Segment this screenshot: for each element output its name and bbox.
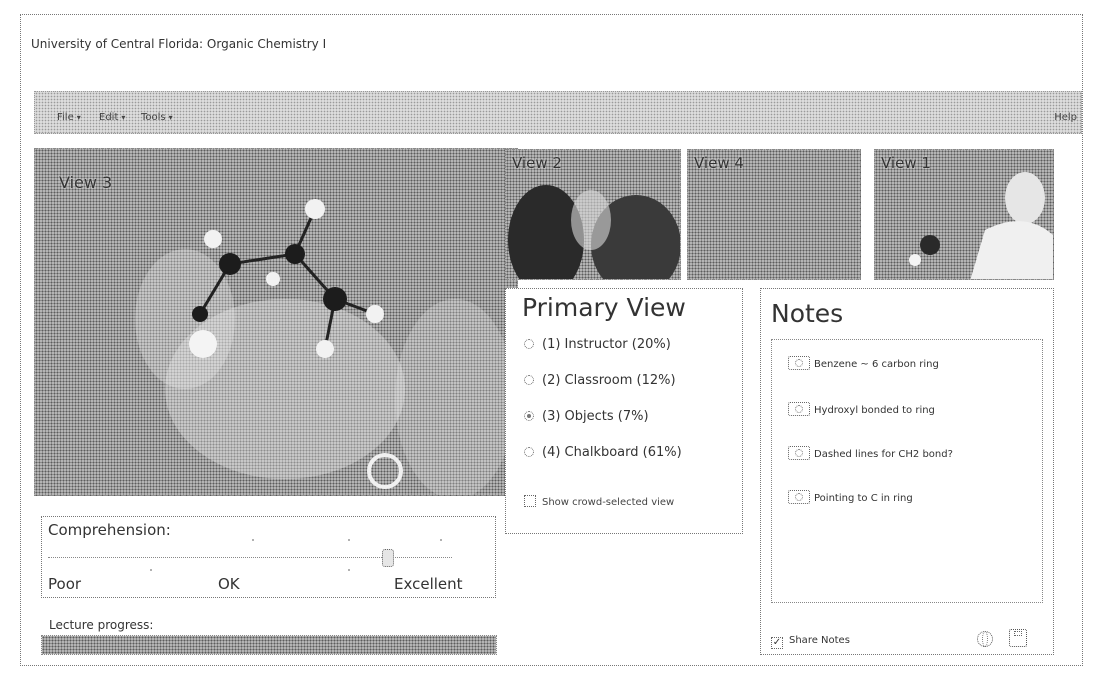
chevron-down-icon: ▾ bbox=[76, 113, 81, 122]
globe-icon[interactable] bbox=[977, 631, 993, 647]
menu-help[interactable]: Help bbox=[1054, 112, 1077, 123]
progress-fill bbox=[42, 636, 496, 654]
camera-icon[interactable] bbox=[788, 446, 810, 460]
scale-label-poor: Poor bbox=[48, 575, 82, 593]
primary-view-title: Primary View bbox=[522, 293, 686, 322]
progress-label: Lecture progress: bbox=[49, 618, 154, 632]
notes-title: Notes bbox=[771, 299, 844, 328]
note-text: Benzene ~ 6 carbon ring bbox=[814, 359, 939, 370]
view-3-label: View 3 bbox=[59, 173, 113, 192]
slider-tick bbox=[252, 539, 254, 541]
option-objects-label: (3) Objects (7%) bbox=[542, 409, 649, 424]
slider-tick bbox=[440, 539, 442, 541]
view-1-label: View 1 bbox=[881, 154, 931, 172]
app-window: University of Central Florida: Organic C… bbox=[20, 14, 1083, 666]
crowd-view-toggle[interactable]: Show crowd-selected view bbox=[524, 495, 674, 508]
share-notes-label: Share Notes bbox=[789, 635, 850, 646]
menu-bar: File ▾ Edit ▾ Tools ▾ Help bbox=[34, 91, 1082, 134]
main-video-view[interactable]: View 3 bbox=[34, 148, 518, 496]
primary-view-panel: Primary View (1) Instructor (20%) (2) Cl… bbox=[505, 288, 743, 534]
comprehension-panel: Comprehension: Poor OK Excellent bbox=[41, 516, 496, 598]
app-title: University of Central Florida: Organic C… bbox=[31, 37, 327, 51]
note-text: Dashed lines for CH2 bond? bbox=[814, 449, 953, 460]
radio-instructor[interactable] bbox=[524, 339, 534, 349]
radio-chalkboard[interactable] bbox=[524, 447, 534, 457]
view-4-thumbnail[interactable]: View 4 bbox=[687, 149, 861, 280]
camera-icon[interactable] bbox=[788, 402, 810, 416]
option-chalkboard-label: (4) Chalkboard (61%) bbox=[542, 445, 682, 460]
crowd-view-checkbox[interactable] bbox=[524, 495, 536, 507]
list-item[interactable]: Benzene ~ 6 carbon ring bbox=[788, 356, 939, 370]
option-classroom-label: (2) Classroom (12%) bbox=[542, 373, 676, 388]
camera-icon[interactable] bbox=[788, 490, 810, 504]
option-chalkboard[interactable]: (4) Chalkboard (61%) bbox=[524, 445, 682, 460]
option-instructor-label: (1) Instructor (20%) bbox=[542, 337, 671, 352]
share-notes-checkbox[interactable]: ✓ bbox=[771, 637, 783, 649]
chevron-down-icon: ▾ bbox=[121, 113, 126, 122]
radio-objects[interactable] bbox=[524, 411, 534, 421]
scale-label-excellent: Excellent bbox=[394, 575, 463, 593]
option-instructor[interactable]: (1) Instructor (20%) bbox=[524, 337, 671, 352]
notes-list: Benzene ~ 6 carbon ring Hydroxyl bonded … bbox=[771, 339, 1043, 603]
chevron-down-icon: ▾ bbox=[168, 113, 173, 122]
note-text: Hydroxyl bonded to ring bbox=[814, 405, 935, 416]
view-4-label: View 4 bbox=[694, 154, 744, 172]
slider-thumb[interactable] bbox=[382, 549, 394, 567]
lecture-progress-bar bbox=[41, 635, 497, 655]
menu-edit[interactable]: Edit ▾ bbox=[99, 112, 125, 123]
option-objects[interactable]: (3) Objects (7%) bbox=[524, 409, 649, 424]
comprehension-title: Comprehension: bbox=[48, 521, 171, 539]
menu-file[interactable]: File ▾ bbox=[57, 112, 81, 123]
radio-classroom[interactable] bbox=[524, 375, 534, 385]
camera-icon[interactable] bbox=[788, 356, 810, 370]
notes-panel: Notes Benzene ~ 6 carbon ring Hydroxyl b… bbox=[760, 288, 1054, 655]
scale-label-ok: OK bbox=[218, 575, 240, 593]
share-notes-toggle[interactable]: ✓ Share Notes bbox=[771, 635, 850, 649]
slider-tick bbox=[150, 569, 152, 571]
option-classroom[interactable]: (2) Classroom (12%) bbox=[524, 373, 676, 388]
save-icon[interactable] bbox=[1009, 629, 1027, 647]
list-item[interactable]: Hydroxyl bonded to ring bbox=[788, 402, 935, 416]
slider-tick bbox=[348, 569, 350, 571]
crowd-view-label: Show crowd-selected view bbox=[542, 497, 675, 508]
menu-edit-label: Edit bbox=[99, 112, 119, 123]
menu-tools[interactable]: Tools ▾ bbox=[141, 112, 173, 123]
note-text: Pointing to C in ring bbox=[814, 493, 913, 504]
view-2-thumbnail[interactable]: View 2 bbox=[505, 149, 681, 280]
menu-tools-label: Tools bbox=[141, 112, 166, 123]
list-item[interactable]: Pointing to C in ring bbox=[788, 490, 913, 504]
menu-file-label: File bbox=[57, 112, 74, 123]
view-1-thumbnail[interactable]: View 1 bbox=[874, 149, 1054, 280]
view-2-label: View 2 bbox=[512, 154, 562, 172]
list-item[interactable]: Dashed lines for CH2 bond? bbox=[788, 446, 953, 460]
comprehension-slider[interactable] bbox=[48, 549, 452, 567]
slider-tick bbox=[348, 539, 350, 541]
molecule-model-image bbox=[135, 199, 515, 495]
